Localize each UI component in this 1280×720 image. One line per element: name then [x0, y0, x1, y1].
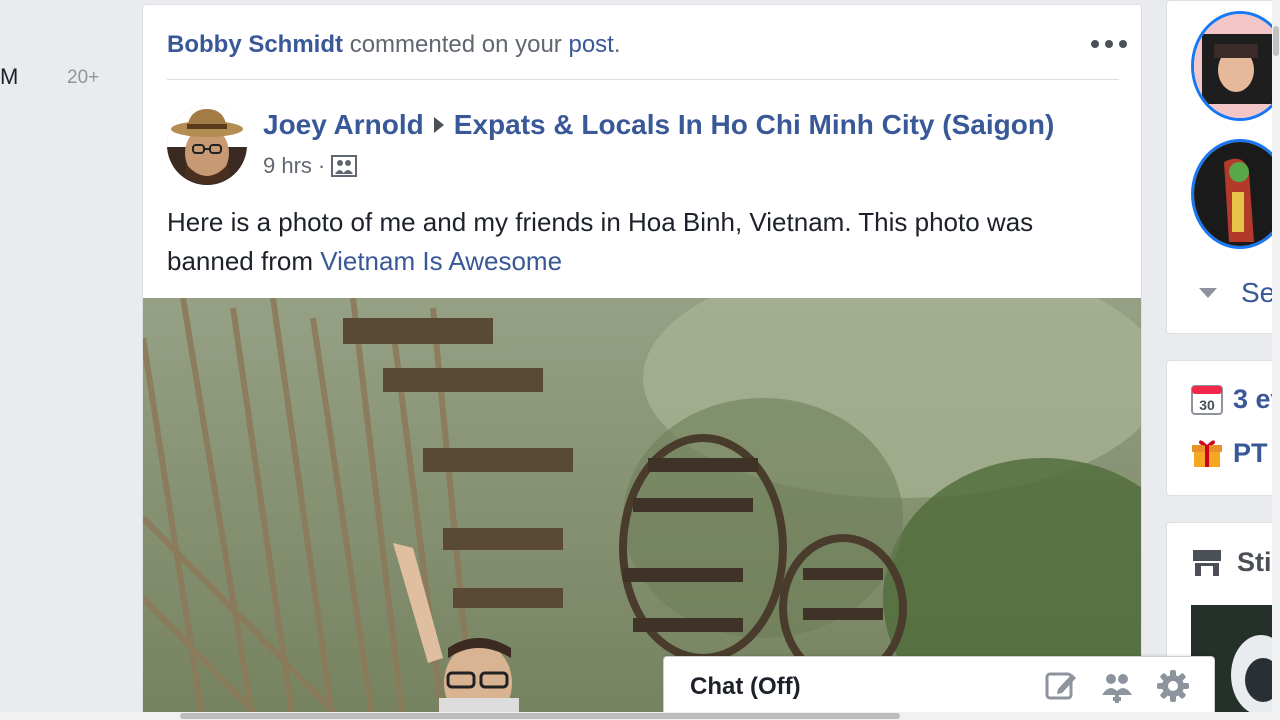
author-avatar[interactable]: [167, 105, 247, 185]
notification-post-link[interactable]: post: [568, 31, 613, 58]
notification-actor-link[interactable]: Bobby Schmidt: [167, 31, 343, 58]
vertical-scrollbar[interactable]: [1272, 0, 1280, 712]
post-group-link[interactable]: Expats & Locals In Ho Chi Minh City (Sai…: [454, 109, 1054, 141]
horizontal-scroll-thumb[interactable]: [180, 713, 900, 719]
see-more-stories-button[interactable]: Se: [1199, 277, 1275, 309]
gift-icon: [1191, 437, 1223, 469]
stories-box: Se: [1166, 0, 1280, 334]
post-meta: 9 hrs ·: [263, 153, 358, 179]
chat-bar[interactable]: Chat (Off): [663, 656, 1215, 712]
post-text: Here is a photo of me and my friends in …: [167, 207, 1034, 276]
meta-separator: ·: [317, 153, 326, 178]
create-group-icon[interactable]: [1100, 669, 1134, 703]
story-thumbnail[interactable]: [1191, 139, 1279, 249]
notification-post-card: Bobby Schmidt commented on your post. Jo…: [142, 4, 1142, 720]
post-body: Here is a photo of me and my friends in …: [167, 203, 1127, 281]
story-thumbnail[interactable]: [1191, 11, 1279, 121]
store-header[interactable]: Sti: [1191, 547, 1272, 578]
story-image-icon: [1194, 142, 1279, 246]
post-text-link[interactable]: Vietnam Is Awesome: [320, 246, 562, 276]
header-divider: [167, 79, 1119, 80]
store-label: Sti: [1237, 547, 1272, 577]
more-options-button[interactable]: [1091, 31, 1127, 57]
notification-header: Bobby Schmidt commented on your post.: [167, 31, 621, 59]
left-sidebar: M 20+: [0, 0, 140, 720]
svg-text:30: 30: [1199, 397, 1215, 413]
post-author-line: Joey Arnold Expats & Locals In Ho Chi Mi…: [263, 109, 1054, 141]
calendar-icon: 30: [1191, 383, 1223, 415]
more-dot-icon: [1119, 40, 1127, 48]
right-sidebar: Se 30 3 ev PT: [1166, 0, 1280, 720]
group-audience-icon[interactable]: [331, 154, 358, 178]
birthday-label: PT: [1233, 437, 1268, 468]
horizontal-scrollbar[interactable]: [0, 712, 1280, 720]
post-author-link[interactable]: Joey Arnold: [263, 109, 424, 141]
shared-to-arrow-icon: [433, 117, 444, 133]
left-truncated-label[interactable]: M: [0, 64, 18, 90]
see-more-label: Se: [1241, 277, 1276, 308]
store-icon: [1191, 548, 1223, 578]
chevron-down-icon: [1199, 288, 1217, 298]
more-dot-icon: [1105, 40, 1113, 48]
notification-action-text: commented on your: [349, 31, 562, 58]
birthday-row[interactable]: PT: [1191, 437, 1268, 469]
compose-message-icon[interactable]: [1044, 669, 1078, 703]
chat-status-label[interactable]: Chat (Off): [690, 673, 801, 701]
events-box: 30 3 ev PT: [1166, 360, 1280, 496]
more-dot-icon: [1091, 40, 1099, 48]
avatar-portrait-icon: [167, 105, 247, 185]
story-image-icon: [1194, 14, 1279, 118]
vertical-scroll-thumb[interactable]: [1273, 26, 1279, 56]
notification-period: .: [613, 31, 621, 58]
chat-settings-gear-icon[interactable]: [1156, 669, 1190, 703]
left-count-badge: 20+: [67, 67, 100, 88]
events-row[interactable]: 30 3 ev: [1191, 383, 1279, 415]
post-timestamp[interactable]: 9 hrs: [263, 153, 312, 179]
